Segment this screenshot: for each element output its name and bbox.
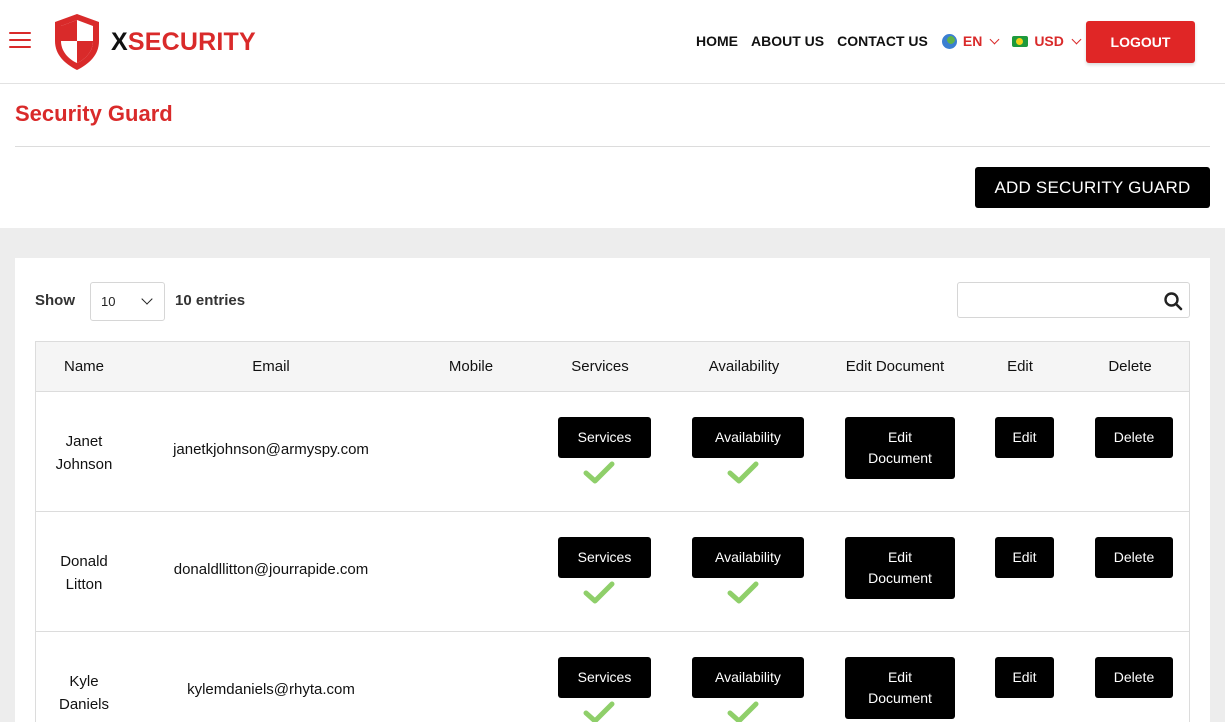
currency-selector[interactable]: USD [1012, 33, 1082, 49]
language-value: EN [962, 33, 983, 49]
col-services[interactable]: Services [571, 358, 629, 375]
col-name[interactable]: Name [64, 358, 104, 375]
logo-text: XSECURITY [111, 28, 256, 57]
delete-button[interactable]: Delete [1095, 417, 1173, 458]
page-title: Security Guard [15, 101, 173, 126]
hamburger-menu-icon[interactable] [9, 32, 31, 50]
logo-text-x: X [111, 27, 128, 56]
chevron-down-icon [1071, 34, 1082, 44]
name-last: Daniels [58, 696, 110, 713]
shield-icon [55, 14, 99, 70]
table-body: Janet Johnson janetkjohnson@armyspy.com Ser… [36, 392, 1189, 722]
search-icon[interactable] [1163, 291, 1183, 311]
col-delete[interactable]: Delete [1108, 358, 1151, 375]
check-icon [583, 461, 615, 485]
cell-email: kylemdaniels@rhyta.com [187, 681, 355, 698]
availability-button[interactable]: Availability [692, 657, 804, 698]
main-nav: HOME ABOUT US CONTACT US EN USD [696, 31, 1082, 51]
name-first: Janet [65, 433, 103, 450]
edit-document-line2: Document [868, 690, 932, 706]
edit-document-line2: Document [868, 570, 932, 586]
col-mobile[interactable]: Mobile [449, 358, 493, 375]
chevron-down-icon [141, 293, 153, 305]
add-security-guard-button[interactable]: ADD SECURITY GUARD [975, 167, 1210, 208]
entries-label: 10 entries [175, 292, 246, 309]
col-edit[interactable]: Edit [1007, 358, 1033, 375]
name-last: Johnson [55, 456, 113, 473]
edit-button[interactable]: Edit [995, 657, 1054, 698]
page-size-value: 10 [101, 294, 116, 309]
site-logo[interactable]: XSECURITY [53, 13, 256, 71]
table-header: Name Email Mobile Services Availability … [36, 342, 1189, 392]
edit-button[interactable]: Edit [995, 537, 1054, 578]
services-button[interactable]: Services [558, 657, 651, 698]
page-size-select[interactable]: 10 [90, 282, 165, 321]
check-icon [583, 581, 615, 605]
services-button[interactable]: Services [558, 417, 651, 458]
globe-icon [941, 33, 957, 49]
edit-document-button[interactable]: Edit Document [845, 417, 955, 479]
services-button[interactable]: Services [558, 537, 651, 578]
cell-email: donaldllitton@jourrapide.com [173, 561, 369, 578]
delete-button[interactable]: Delete [1095, 657, 1173, 698]
security-guard-table: Name Email Mobile Services Availability … [35, 341, 1190, 722]
col-availability[interactable]: Availability [709, 358, 780, 375]
name-last: Litton [65, 576, 103, 593]
divider [15, 146, 1210, 147]
edit-button[interactable]: Edit [995, 417, 1054, 458]
top-header: XSECURITY HOME ABOUT US CONTACT US EN US… [0, 0, 1225, 84]
chevron-down-icon [989, 34, 1000, 44]
availability-button[interactable]: Availability [692, 537, 804, 578]
table-row: Janet Johnson janetkjohnson@armyspy.com Ser… [36, 392, 1189, 512]
table-row: Donald Litton donaldllitton@jourrapide.com… [36, 512, 1189, 632]
check-icon [583, 701, 615, 722]
check-icon [727, 581, 759, 605]
table-row: Kyle Daniels kylemdaniels@rhyta.com Service… [36, 632, 1189, 722]
edit-document-button[interactable]: Edit Document [845, 537, 955, 599]
edit-document-line1: Edit [887, 429, 913, 445]
col-email[interactable]: Email [252, 358, 290, 375]
search-input[interactable] [964, 289, 1154, 311]
check-icon [727, 701, 759, 722]
col-edit-document[interactable]: Edit Document [846, 358, 944, 375]
name-first: Donald [60, 553, 108, 570]
flag-icon [1012, 35, 1029, 47]
availability-button[interactable]: Availability [692, 417, 804, 458]
edit-document-line1: Edit [887, 549, 913, 565]
edit-document-button[interactable]: Edit Document [845, 657, 955, 719]
nav-contact-us[interactable]: CONTACT US [837, 33, 928, 49]
search-box [957, 282, 1190, 318]
nav-about-us[interactable]: ABOUT US [751, 33, 824, 49]
check-icon [727, 461, 759, 485]
nav-home[interactable]: HOME [696, 33, 738, 49]
show-label: Show [35, 292, 75, 309]
cell-email: janetkjohnson@armyspy.com [173, 441, 369, 458]
logout-button[interactable]: LOGOUT [1086, 21, 1195, 63]
currency-value: USD [1034, 33, 1064, 49]
delete-button[interactable]: Delete [1095, 537, 1173, 578]
language-selector[interactable]: EN [941, 33, 1000, 49]
name-first: Kyle [69, 673, 99, 690]
edit-document-line1: Edit [887, 669, 913, 685]
edit-document-line2: Document [868, 450, 932, 466]
logo-text-security: SECURITY [127, 27, 256, 56]
